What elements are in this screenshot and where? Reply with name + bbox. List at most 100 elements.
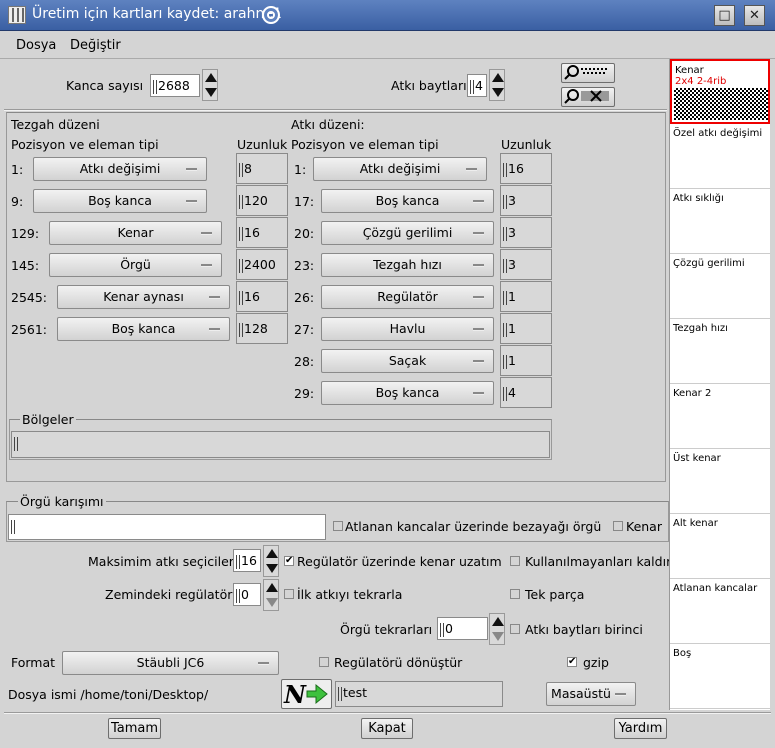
atki-row-pos: 27: — [294, 322, 315, 337]
kenar-label: Kenar — [626, 519, 662, 534]
element-sidebar: Kenar 2x4 2-4rib Özel atkı değişimi Atkı sı… — [669, 59, 770, 710]
sidebar-item[interactable]: Üst kenar — [670, 449, 770, 514]
atki-row-length[interactable]: 3 — [500, 185, 552, 216]
restore-button[interactable]: □ — [714, 5, 735, 26]
sidebar-item[interactable]: Çözgü gerilimi — [670, 254, 770, 319]
help-button[interactable]: Yardım — [614, 718, 667, 739]
atki-row-type-select[interactable]: Boş kanca — [321, 189, 494, 213]
atki-row-type: Havlu — [389, 321, 426, 336]
gzip-checkbox[interactable]: ✔ — [567, 657, 577, 667]
zemin-spinner[interactable] — [263, 579, 279, 611]
kanca-spinner[interactable] — [202, 69, 218, 101]
atki-row-type-select[interactable]: Atkı değişimi — [313, 157, 487, 181]
atki-row-pos: 28: — [294, 354, 315, 369]
atki-row-pos: 20: — [294, 226, 315, 241]
tek-checkbox[interactable] — [510, 589, 520, 599]
ilk-label: İlk atkıyı tekrarla — [297, 587, 403, 602]
donustur-checkbox[interactable] — [319, 657, 329, 667]
tezgah-row-length[interactable]: 8 — [236, 153, 288, 184]
tezgah-row-type-select[interactable]: Kenar aynası — [57, 285, 230, 309]
atki-title: Atkı düzeni: — [291, 117, 365, 132]
tezgah-row-length[interactable]: 120 — [236, 185, 288, 216]
sidebar-item[interactable]: Özel atkı değişimi — [670, 124, 770, 189]
atki-row-length[interactable]: 1 — [500, 345, 552, 376]
format-select[interactable]: Stäubli JC6 — [62, 651, 279, 675]
zoom-out-button[interactable] — [561, 87, 615, 107]
atki-row-length[interactable]: 1 — [500, 281, 552, 312]
kullan-label: Kullanılmayanları kaldır — [525, 554, 672, 569]
atki-row-type-select[interactable]: Çözgü gerilimi — [321, 221, 494, 245]
atlanan-checkbox[interactable] — [333, 521, 343, 531]
atki-row-type-select[interactable]: Saçak — [321, 349, 494, 373]
atki-row-type: Boş kanca — [375, 193, 440, 208]
tezgah-row-type: Örgü — [120, 257, 151, 272]
maks-input[interactable]: 16 — [233, 549, 261, 572]
bolgeler-input[interactable] — [11, 431, 550, 458]
atki-bayt-input[interactable]: 4 — [467, 74, 487, 97]
kanca-input[interactable]: 2688 — [150, 74, 200, 97]
kenar-checkbox[interactable] — [613, 521, 623, 531]
atki-bayt-label: Atkı baytları — [391, 78, 467, 93]
tezgah-row-type-select[interactable]: Örgü — [49, 253, 222, 277]
atki-row-type-select[interactable]: Havlu — [321, 317, 494, 341]
sidebar-item[interactable]: Atlanan kancalar — [670, 579, 770, 644]
sidebar-item-label: Boş — [673, 648, 692, 659]
tezgah-row-length[interactable]: 16 — [236, 281, 288, 312]
tezgah-row-length[interactable]: 2400 — [236, 249, 288, 280]
zoom-in-button[interactable] — [561, 63, 615, 83]
atki-row-length[interactable]: 3 — [500, 217, 552, 248]
tekrar-label: Örgü tekrarları — [340, 622, 433, 637]
zemin-input[interactable]: 0 — [233, 583, 261, 606]
atki-row-length[interactable]: 16 — [500, 153, 552, 184]
sidebar-item-sub: 2x4 2-4rib — [675, 76, 727, 87]
atki-row-type-select[interactable]: Regülatör — [321, 285, 494, 309]
atki-row-type: Regülatör — [377, 289, 438, 304]
divider — [4, 109, 667, 111]
sidebar-item[interactable]: Tezgah hızı — [670, 319, 770, 384]
menu-degistir[interactable]: Değiştir — [70, 38, 121, 53]
tezgah-row-length[interactable]: 128 — [236, 313, 288, 344]
sidebar-item[interactable]: Boş — [670, 644, 770, 709]
menu-dosya[interactable]: Dosya — [16, 38, 56, 53]
tezgah-row-type-select[interactable]: Boş kanca — [33, 189, 207, 213]
maks-spinner[interactable] — [263, 545, 279, 577]
close-window-button[interactable]: ✕ — [744, 5, 765, 26]
tezgah-row-pos: 145: — [11, 258, 40, 273]
ilk-checkbox[interactable] — [284, 589, 294, 599]
sidebar-item-label: Özel atkı değişimi — [673, 128, 763, 139]
tezgah-row-length[interactable]: 16 — [236, 217, 288, 248]
atki-row-length[interactable]: 4 — [500, 377, 552, 408]
kullan-checkbox[interactable] — [510, 556, 520, 566]
gzip-label: gzip — [583, 655, 609, 670]
dosya-input[interactable]: test — [335, 681, 503, 707]
masaustu-select[interactable]: Masaüstü — [546, 682, 636, 706]
ok-button[interactable]: Tamam — [108, 718, 161, 739]
tezgah-col-header: Pozisyon ve eleman tipi — [11, 137, 159, 152]
window-title: Üretim için kartları kaydet: arahne1 — [32, 6, 282, 22]
atki-row-type: Boş kanca — [375, 385, 440, 400]
atki-row-pos: 17: — [294, 194, 315, 209]
close-button[interactable]: Kapat — [361, 718, 413, 739]
new-file-button[interactable]: N — [281, 679, 332, 709]
atki-row-type-select[interactable]: Boş kanca — [321, 381, 494, 405]
atlanan-label: Atlanan kancalar üzerinde bezayağı örgü — [345, 519, 602, 534]
bolgeler-legend: Bölgeler — [20, 412, 76, 427]
sidebar-item[interactable]: Alt kenar — [670, 514, 770, 579]
reg-kenar-checkbox[interactable]: ✔ — [284, 556, 294, 566]
tezgah-row-type-select[interactable]: Boş kanca — [57, 317, 230, 341]
atki-row-length[interactable]: 3 — [500, 249, 552, 280]
atki-bayt-spinner[interactable] — [489, 69, 505, 101]
tezgah-len-header: Uzunluk — [237, 137, 288, 152]
sidebar-item[interactable]: Kenar 2 — [670, 384, 770, 449]
sidebar-item[interactable]: Kenar 2x4 2-4rib — [670, 59, 770, 124]
atki-row-length[interactable]: 1 — [500, 313, 552, 344]
atki-row-pos: 29: — [294, 386, 315, 401]
tezgah-row-type-select[interactable]: Atkı değişimi — [33, 157, 207, 181]
orgu-input[interactable] — [8, 514, 326, 540]
tekrar-input[interactable]: 0 — [437, 617, 488, 640]
tezgah-row-type-select[interactable]: Kenar — [49, 221, 222, 245]
sidebar-item[interactable]: Atkı sıklığı — [670, 189, 770, 254]
atki-row-type-select[interactable]: Tezgah hızı — [321, 253, 494, 277]
baytlar-checkbox[interactable] — [510, 624, 520, 634]
tekrar-spinner[interactable] — [489, 613, 505, 645]
